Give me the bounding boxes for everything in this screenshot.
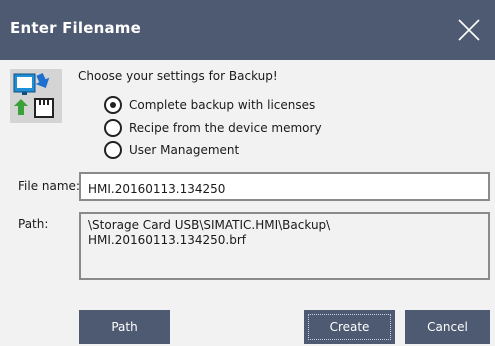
close-icon xyxy=(458,19,480,41)
close-button[interactable] xyxy=(452,13,486,47)
path-label: Path: xyxy=(18,217,49,231)
path-line-2: HMI.20160113.134250.brf xyxy=(88,233,247,247)
path-button[interactable]: Path xyxy=(79,310,170,344)
option-recipe-memory[interactable]: Recipe from the device memory xyxy=(104,119,322,137)
path-display: \Storage Card USB\SIMATIC.HMI\Backup\ HM… xyxy=(79,212,490,280)
option-label: User Management xyxy=(129,143,240,157)
cancel-button[interactable]: Cancel xyxy=(405,310,490,344)
path-line-1: \Storage Card USB\SIMATIC.HMI\Backup\ xyxy=(88,218,331,232)
backup-icon xyxy=(10,69,62,123)
filename-input[interactable] xyxy=(79,172,490,201)
radio-selected xyxy=(104,96,122,114)
title-bar: Enter Filename xyxy=(0,0,495,60)
path-button-label: Path xyxy=(111,320,138,334)
backup-prompt: Choose your settings for Backup! xyxy=(78,69,278,83)
enter-filename-dialog: Enter Filename Choose your settings for … xyxy=(0,0,495,346)
option-complete-backup[interactable]: Complete backup with licenses xyxy=(104,96,315,114)
filename-label: File name: xyxy=(18,179,80,193)
option-label: Recipe from the device memory xyxy=(129,121,322,135)
option-user-management[interactable]: User Management xyxy=(104,141,239,159)
cancel-button-label: Cancel xyxy=(427,320,468,334)
create-button-label: Create xyxy=(329,320,370,334)
dialog-title: Enter Filename xyxy=(10,19,141,37)
option-label: Complete backup with licenses xyxy=(129,98,316,112)
radio-unselected xyxy=(104,141,122,159)
radio-unselected xyxy=(104,119,122,137)
create-button[interactable]: Create xyxy=(304,310,395,344)
